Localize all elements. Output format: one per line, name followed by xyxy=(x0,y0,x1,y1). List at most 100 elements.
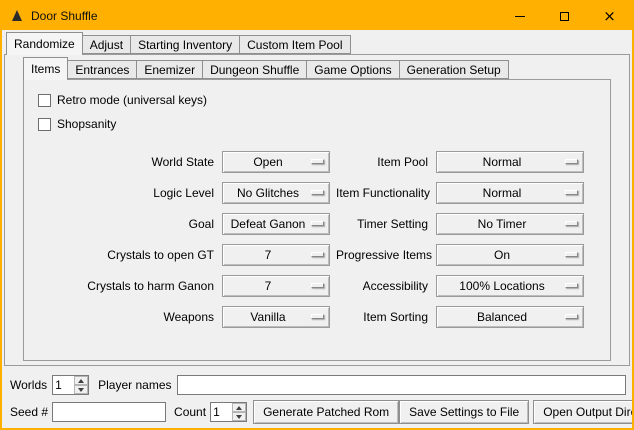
progressive-items-label: Progressive Items xyxy=(336,248,428,262)
goal-dropdown[interactable]: Defeat Ganon xyxy=(222,213,330,235)
seed-input[interactable] xyxy=(52,402,166,422)
seed-label: Seed # xyxy=(10,405,48,419)
weapons-dropdown[interactable]: Vanilla xyxy=(222,306,330,328)
accessibility-dropdown[interactable]: 100% Locations xyxy=(436,275,584,297)
dropdown-value: Vanilla xyxy=(250,310,285,324)
accessibility-label: Accessibility xyxy=(336,279,428,293)
tab-adjust[interactable]: Adjust xyxy=(82,35,131,54)
worlds-stepper[interactable] xyxy=(52,375,89,395)
dropdown-indicator-icon xyxy=(565,252,578,257)
dropdown-indicator-icon xyxy=(311,314,324,319)
retro-mode-checkbox[interactable]: Retro mode (universal keys) xyxy=(38,88,610,112)
crystals-open-gt-label: Crystals to open GT xyxy=(36,248,214,262)
dropdown-value: Open xyxy=(253,155,282,169)
spin-up-button[interactable] xyxy=(232,403,246,412)
tab-randomize[interactable]: Randomize xyxy=(6,32,83,55)
dropdown-indicator-icon xyxy=(565,159,578,164)
count-label: Count xyxy=(174,405,206,419)
tab-custom-item-pool[interactable]: Custom Item Pool xyxy=(239,35,350,54)
world-state-label: World State xyxy=(36,155,214,169)
arrow-up-icon xyxy=(78,379,84,383)
item-sorting-label: Item Sorting xyxy=(336,310,428,324)
dropdown-value: On xyxy=(494,248,510,262)
inner-tab-bar: Items Entrances Enemizer Dungeon Shuffle… xyxy=(23,57,508,79)
tab-enemizer[interactable]: Enemizer xyxy=(136,60,203,79)
titlebar[interactable]: Door Shuffle × xyxy=(2,2,632,30)
crystals-open-gt-dropdown[interactable]: 7 xyxy=(222,244,330,266)
dropdown-indicator-icon xyxy=(311,283,324,288)
window: Door Shuffle × Randomize Adjust Starting… xyxy=(0,0,634,430)
item-functionality-dropdown[interactable]: Normal xyxy=(436,182,584,204)
dropdown-value: 7 xyxy=(265,279,272,293)
spin-up-button[interactable] xyxy=(74,376,88,385)
dropdown-indicator-icon xyxy=(311,252,324,257)
app-icon xyxy=(9,8,25,24)
item-pool-label: Item Pool xyxy=(336,155,428,169)
item-sorting-dropdown[interactable]: Balanced xyxy=(436,306,584,328)
dropdown-value: 7 xyxy=(265,248,272,262)
tab-game-options[interactable]: Game Options xyxy=(306,60,399,79)
checkbox-icon[interactable] xyxy=(38,118,51,131)
count-input[interactable] xyxy=(211,403,232,421)
worlds-input[interactable] xyxy=(53,376,74,394)
minimize-icon xyxy=(515,16,525,17)
option-row: Crystals to open GT 7 Progressive Items … xyxy=(36,239,610,270)
dropdown-indicator-icon xyxy=(311,159,324,164)
close-icon: × xyxy=(603,9,616,24)
options-grid: World State Open Item Pool Normal Logic … xyxy=(36,146,610,332)
crystals-harm-ganon-dropdown[interactable]: 7 xyxy=(222,275,330,297)
worlds-label: Worlds xyxy=(10,378,47,392)
option-row: Crystals to harm Ganon 7 Accessibility 1… xyxy=(36,270,610,301)
spin-buttons xyxy=(74,376,88,394)
items-pane: Retro mode (universal keys) Shopsanity W… xyxy=(23,79,611,361)
client-area: Randomize Adjust Starting Inventory Cust… xyxy=(2,30,632,428)
tab-items[interactable]: Items xyxy=(23,57,68,80)
arrow-down-icon xyxy=(236,415,242,419)
arrow-down-icon xyxy=(78,388,84,392)
player-names-input[interactable] xyxy=(177,375,627,395)
dropdown-value: Defeat Ganon xyxy=(231,217,306,231)
dropdown-indicator-icon xyxy=(311,221,324,226)
dropdown-value: No Glitches xyxy=(237,186,299,200)
dropdown-value: Normal xyxy=(483,186,522,200)
tab-generation-setup[interactable]: Generation Setup xyxy=(399,60,509,79)
tab-dungeon-shuffle[interactable]: Dungeon Shuffle xyxy=(202,60,307,79)
logic-level-label: Logic Level xyxy=(36,186,214,200)
dropdown-indicator-icon xyxy=(311,190,324,195)
minimize-button[interactable] xyxy=(497,2,542,30)
checkbox-label: Shopsanity xyxy=(57,117,116,131)
item-functionality-label: Item Functionality xyxy=(336,186,428,200)
player-names-label: Player names xyxy=(98,378,171,392)
dropdown-indicator-icon xyxy=(565,190,578,195)
shopsanity-checkbox[interactable]: Shopsanity xyxy=(38,112,610,136)
spin-down-button[interactable] xyxy=(74,385,88,394)
timer-setting-label: Timer Setting xyxy=(336,217,428,231)
seed-row: Seed # Count Generate Patched Rom Save S… xyxy=(6,400,628,424)
randomize-pane: Items Entrances Enemizer Dungeon Shuffle… xyxy=(4,54,630,366)
logic-level-dropdown[interactable]: No Glitches xyxy=(222,182,330,204)
item-pool-dropdown[interactable]: Normal xyxy=(436,151,584,173)
dropdown-indicator-icon xyxy=(565,314,578,319)
open-output-directory-button[interactable]: Open Output Directory xyxy=(533,400,634,424)
checkbox-icon[interactable] xyxy=(38,94,51,107)
option-row: Logic Level No Glitches Item Functionali… xyxy=(36,177,610,208)
tab-entrances[interactable]: Entrances xyxy=(67,60,137,79)
save-settings-button[interactable]: Save Settings to File xyxy=(399,400,529,424)
dropdown-value: 100% Locations xyxy=(459,279,544,293)
progressive-items-dropdown[interactable]: On xyxy=(436,244,584,266)
goal-label: Goal xyxy=(36,217,214,231)
spin-down-button[interactable] xyxy=(232,412,246,421)
timer-setting-dropdown[interactable]: No Timer xyxy=(436,213,584,235)
dropdown-value: Balanced xyxy=(477,310,527,324)
maximize-button[interactable] xyxy=(542,2,587,30)
tab-starting-inventory[interactable]: Starting Inventory xyxy=(130,35,240,54)
generate-patched-rom-button[interactable]: Generate Patched Rom xyxy=(253,400,399,424)
dropdown-indicator-icon xyxy=(565,283,578,288)
count-stepper[interactable] xyxy=(210,402,247,422)
world-state-dropdown[interactable]: Open xyxy=(222,151,330,173)
window-controls: × xyxy=(497,2,632,30)
close-button[interactable]: × xyxy=(587,2,632,30)
option-row: World State Open Item Pool Normal xyxy=(36,146,610,177)
arrow-up-icon xyxy=(236,406,242,410)
option-row: Weapons Vanilla Item Sorting Balanced xyxy=(36,301,610,332)
